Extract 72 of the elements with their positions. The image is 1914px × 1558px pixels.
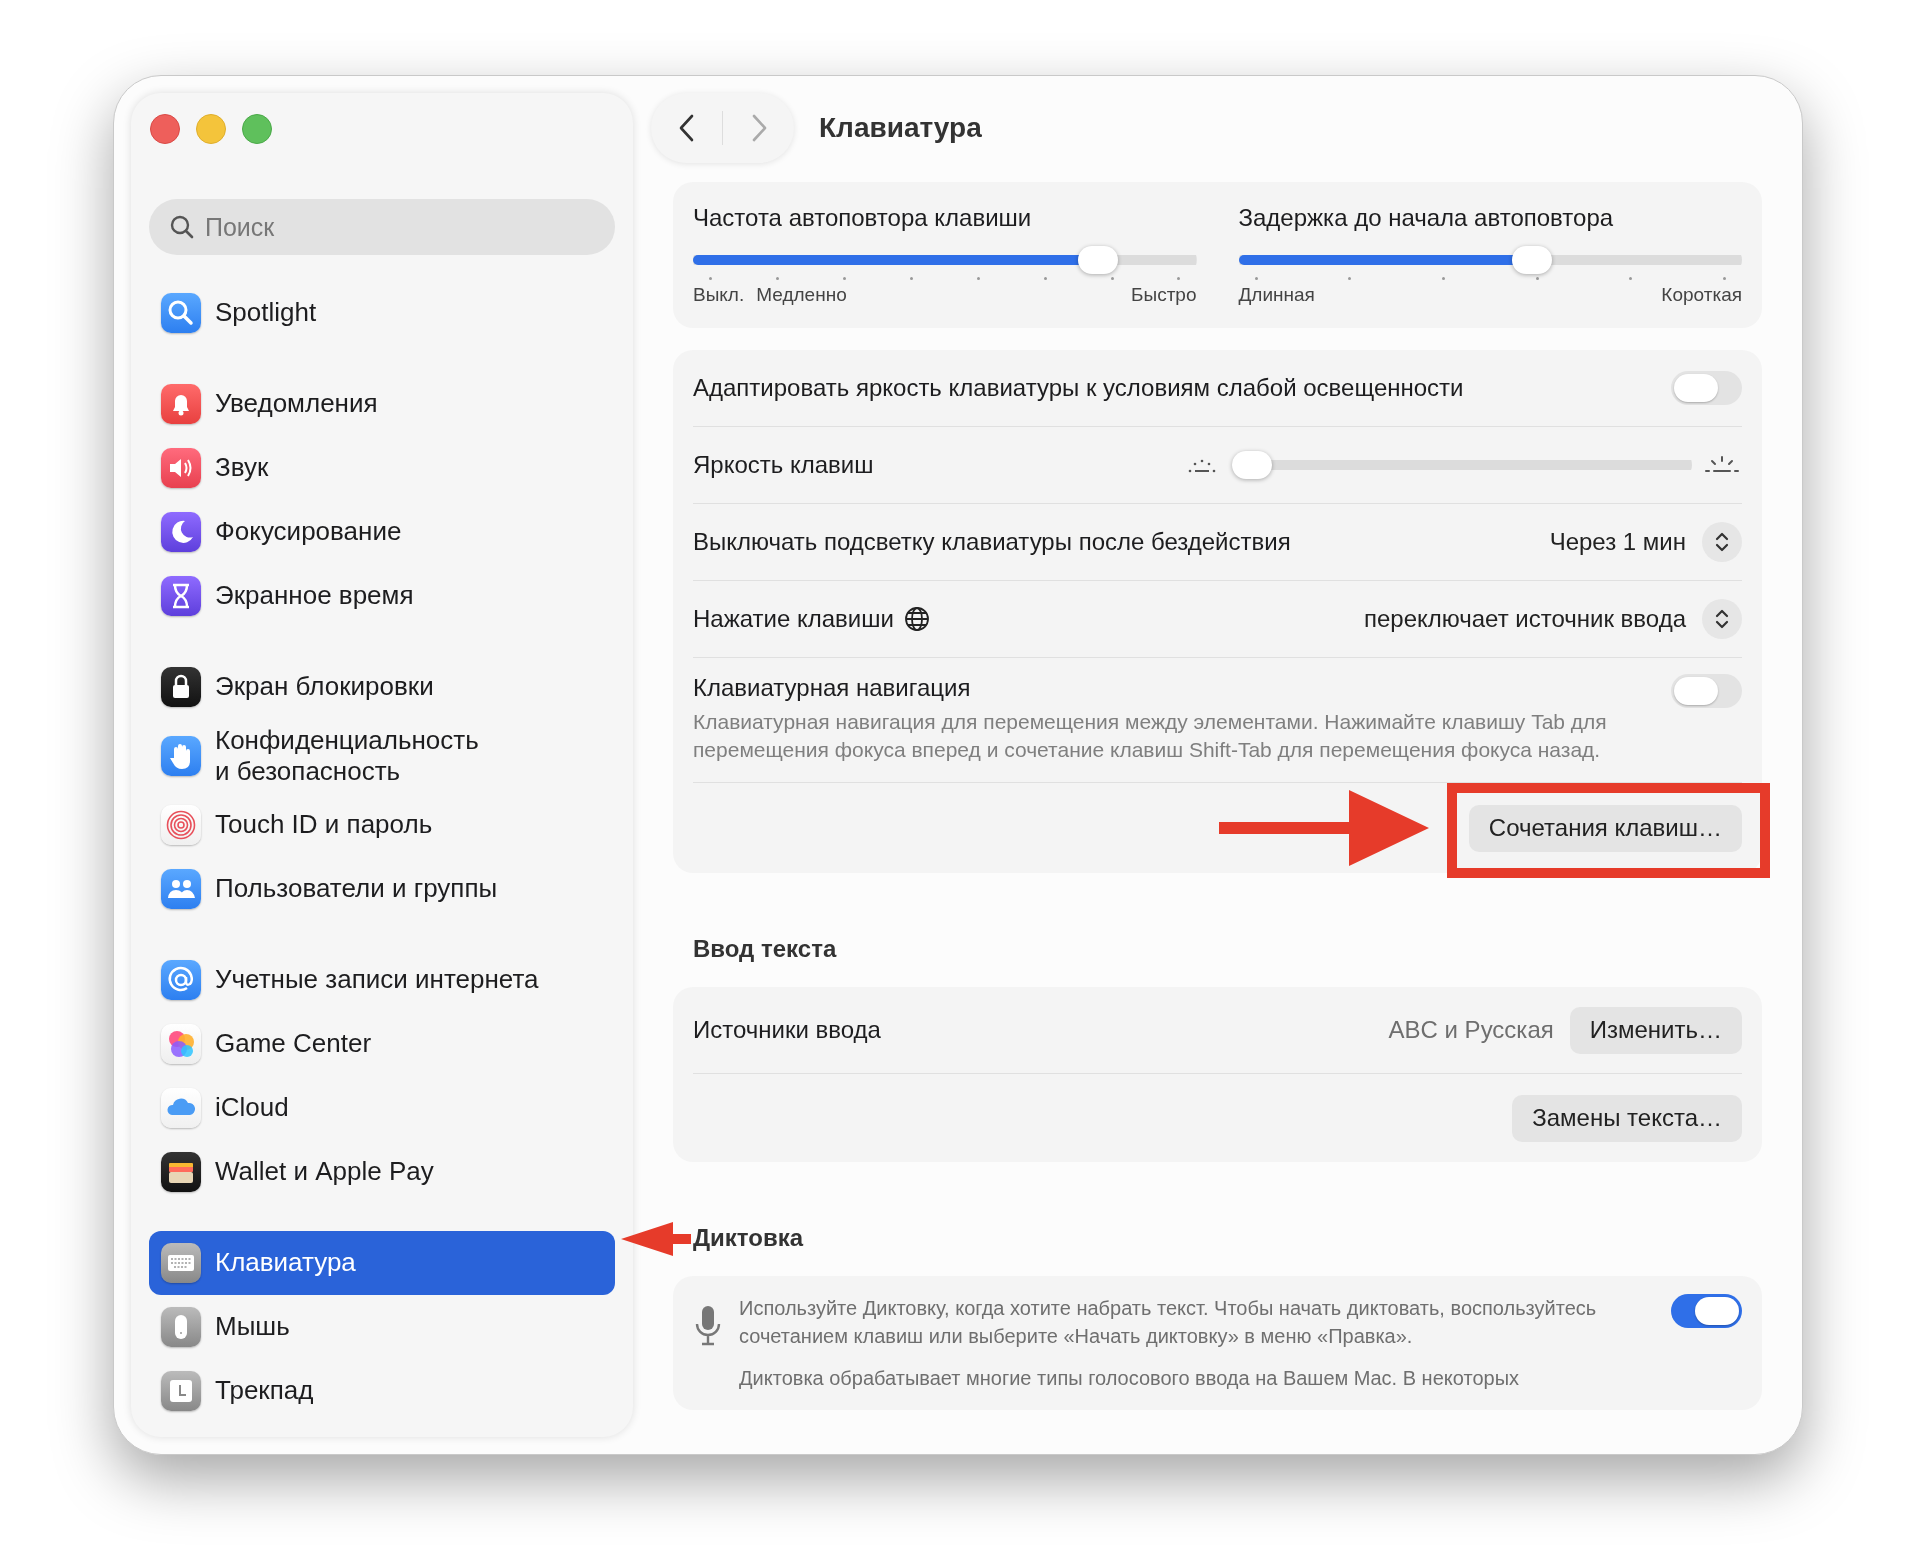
toggle-switch[interactable] xyxy=(1671,1294,1742,1328)
setting-label: Клавиатурная навигация xyxy=(693,674,972,702)
setting-label: Нажатие клавиши xyxy=(693,605,894,633)
slider-title: Частота автоповтора клавиши xyxy=(693,203,1033,233)
padlock-icon xyxy=(161,667,201,707)
trackpad-icon xyxy=(161,1371,201,1411)
sidebar-item[interactable]: Мышь xyxy=(149,1295,615,1359)
sidebar-item[interactable]: Экран блокировки xyxy=(149,655,615,719)
globe-icon xyxy=(903,606,930,632)
description-text: Используйте Диктовку, когда хотите набрать текст. Чтобы начать диктовать, воспользуйтесь сочетанием клавиш или выберите «Начать диктовку» в меню «Правка». xyxy=(739,1296,1598,1349)
moon-icon xyxy=(161,512,201,552)
slider-label: Выкл. xyxy=(693,284,745,306)
slider-thumb[interactable] xyxy=(1077,246,1118,274)
minimize-button[interactable] xyxy=(196,114,226,144)
replacements-button[interactable]: Замены текста… xyxy=(1512,1094,1742,1142)
sidebar-item[interactable]: Учетные записи интернета xyxy=(149,948,615,1012)
sidebar-item[interactable]: iCloud xyxy=(149,1076,615,1140)
sidebar-item[interactable]: Фокусирование xyxy=(149,500,615,564)
popup-value[interactable]: переключает источник ввода xyxy=(1363,605,1686,633)
microphone-icon xyxy=(693,1304,723,1346)
slider-label: Длинная xyxy=(1238,284,1315,306)
section-heading: Ввод текста xyxy=(693,935,838,964)
sidebar-item[interactable]: Конфиденциальность и безопасность xyxy=(149,719,615,793)
setting-label: Выключать подсветку клавиатуры после бездействия xyxy=(693,528,1291,556)
hand-icon xyxy=(161,736,201,776)
section-heading: Диктовка xyxy=(693,1224,804,1251)
shortcuts-button[interactable]: Сочетания клавиш… xyxy=(1468,804,1742,852)
sidebar-item[interactable]: Пользователи и группы xyxy=(149,857,615,921)
slider-thumb[interactable] xyxy=(1232,451,1272,479)
keyboard-icon xyxy=(161,1243,201,1283)
sidebar-item[interactable]: Уведомления xyxy=(149,372,615,436)
edit-button[interactable]: Изменить… xyxy=(1569,1006,1742,1054)
mouse-icon xyxy=(161,1307,201,1347)
hourglass-icon xyxy=(161,576,201,616)
bell-icon xyxy=(161,384,201,424)
sidebar-item[interactable]: Spotlight xyxy=(149,281,615,345)
toggle-switch[interactable] xyxy=(1671,674,1742,708)
slider-label: Медленно xyxy=(756,284,847,306)
setting-value: ABC и Русская xyxy=(1388,1016,1554,1044)
speaker-icon xyxy=(161,448,201,488)
wallet-icon xyxy=(161,1152,201,1192)
sidebar-item[interactable]: Экранное время xyxy=(149,564,615,628)
sidebar-item[interactable]: Game Center xyxy=(149,1012,615,1076)
window-title: Клавиатура xyxy=(819,112,982,144)
sidebar-item[interactable]: Wallet и Apple Pay xyxy=(149,1140,615,1204)
popup-value[interactable]: Через 1 мин xyxy=(1549,528,1686,556)
bubbles-icon xyxy=(161,1024,201,1064)
fingerprint-icon xyxy=(161,805,201,845)
at-sign-icon xyxy=(161,960,201,1000)
magnifier-icon xyxy=(161,293,201,333)
people-icon xyxy=(161,869,201,909)
description-text: Клавиатурная навигация для перемещения между элементами. Нажимайте клавишу Tab для перемещения фокуса вперед и сочетание клавиш Shift-Tab для перемещения фокуса назад. xyxy=(693,709,1608,763)
description-text: Диктовка обрабатывает многие типы голосового ввода на Вашем Mac. В некоторых xyxy=(739,1366,1520,1391)
slider-label: Быстро xyxy=(1131,284,1197,306)
close-button[interactable] xyxy=(150,114,180,144)
setting-label: Источники ввода xyxy=(693,1016,882,1044)
stepper-icon[interactable] xyxy=(1702,522,1742,562)
sidebar-item[interactable]: Touch ID и пароль xyxy=(149,793,615,857)
setting-label: Яркость клавиш xyxy=(693,451,875,479)
sidebar-item[interactable]: Трекпад xyxy=(149,1359,615,1423)
sidebar-item[interactable]: Звук xyxy=(149,436,615,500)
slider-thumb[interactable] xyxy=(1511,246,1552,274)
zoom-button[interactable] xyxy=(242,114,272,144)
toggle-switch[interactable] xyxy=(1671,371,1742,405)
slider-title: Задержка до начала автоповтора xyxy=(1238,203,1615,233)
stepper-icon[interactable] xyxy=(1702,599,1742,639)
cloud-icon xyxy=(161,1088,201,1128)
arrow-drawing xyxy=(621,1222,691,1256)
setting-label: Адаптировать яркость клавиатуры к условиям слабой освещенности xyxy=(693,374,1465,402)
sidebar-item[interactable]: Клавиатура xyxy=(149,1231,615,1295)
slider-label: Короткая xyxy=(1661,284,1742,306)
search-field[interactable]: Поиск xyxy=(149,199,615,255)
